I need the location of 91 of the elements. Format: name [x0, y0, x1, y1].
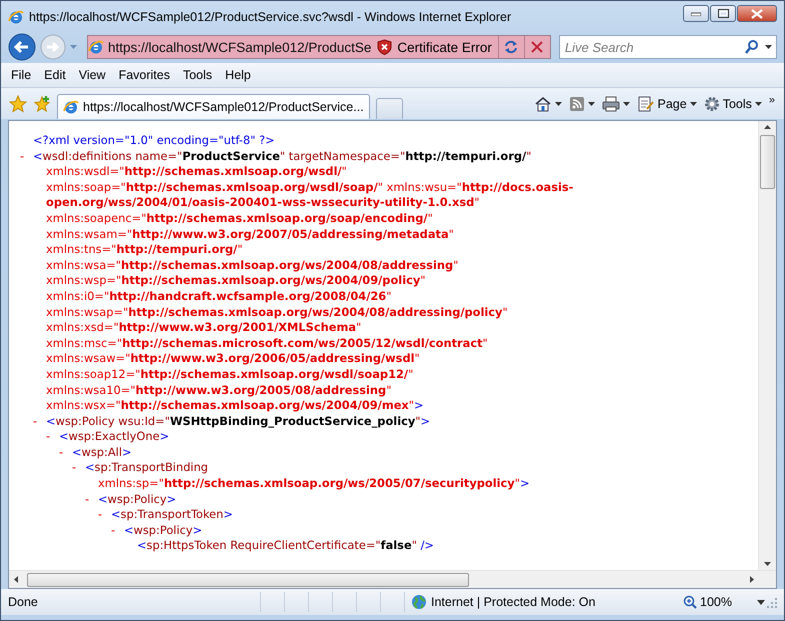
xml-line: xmlns:wsam="http://www.w3.org/2007/05/addressing/metadata" — [45, 226, 454, 242]
address-bar[interactable]: https://localhost/WCFSample012/ProductSe Certificate Error — [87, 35, 551, 59]
menu-item[interactable]: Tools — [180, 66, 220, 84]
caret-icon — [555, 102, 562, 106]
xml-line: xmlns:xsd="http://www.w3.org/2001/XMLSchema" — [45, 320, 362, 336]
menu-item[interactable]: Favorites — [116, 66, 177, 84]
menu-item[interactable]: Help — [223, 66, 258, 84]
collapse-toggle[interactable]: - — [85, 492, 98, 508]
tools-menu-button[interactable]: Tools — [702, 96, 763, 112]
menu-item[interactable]: File — [9, 66, 38, 84]
zoom-button[interactable]: 100% — [683, 595, 732, 609]
xml-line: <wsdl:definitions name="ProductService" targetNamespace="http://tempuri.org/" — [33, 148, 532, 164]
close-button[interactable] — [737, 5, 777, 22]
shield-error-icon — [377, 39, 392, 55]
xml-line: xmlns:wsaw="http://www.w3.org/2006/05/addressing/wsdl" — [45, 351, 420, 367]
xml-line: <wsp:Policy> — [98, 492, 176, 508]
star-plus-icon — [33, 94, 51, 112]
address-url: https://localhost/WCFSample012/ProductSe — [107, 40, 372, 54]
xml-line: xmlns:msc="http://schemas.microsoft.com/ws/2005/12/wsdl/contract" — [45, 336, 488, 352]
xml-line: xmlns:wsdl="http://schemas.xmlsoap.org/wsdl/" — [45, 164, 347, 180]
browser-logo-icon — [8, 8, 24, 24]
close-icon — [751, 8, 763, 18]
xml-line: <wsp:Policy wsu:Id="WSHttpBinding_ProductService_policy"> — [46, 414, 430, 430]
stop-icon — [531, 41, 544, 53]
menu-item[interactable]: View — [76, 66, 113, 84]
xml-line: xmlns:sp="http://schemas.xmlsoap.org/ws/2005/07/securitypolicy"> — [97, 476, 530, 492]
minimize-icon — [691, 12, 701, 16]
browser-tab[interactable]: https://localhost/WCFSample012/ProductService... — [57, 94, 370, 119]
xml-line: xmlns:i0="http://handcraft.wcfsample.org/2008/04/26" — [45, 288, 392, 305]
collapse-toggle[interactable]: - — [33, 414, 46, 430]
caret-icon[interactable] — [757, 600, 765, 604]
favorites-star-icon[interactable] — [9, 94, 27, 112]
xml-line: xmlns:soap12="http://schemas.xmlsoap.org/wsdl/soap12/" — [45, 366, 414, 382]
status-text: Done — [8, 595, 39, 609]
collapse-toggle[interactable]: - — [98, 507, 111, 523]
overflow-chevron-button[interactable]: » — [768, 94, 776, 106]
feeds-button[interactable] — [568, 96, 596, 112]
printer-icon — [602, 96, 620, 112]
xml-line: xmlns:wsa10="http://www.w3.org/2005/08/addressing" — [45, 382, 392, 398]
search-icon[interactable] — [744, 39, 760, 55]
collapse-toggle[interactable]: - — [20, 148, 33, 164]
xml-line: xmlns:tns="http://tempuri.org/" — [45, 242, 243, 258]
star-icon — [9, 94, 27, 112]
xml-line: xmlns:wsap="http://schemas.xmlsoap.org/ws/2004/08/addressing/policy" — [45, 304, 508, 320]
xml-line: xmlns:soap="http://schemas.xmlsoap.org/wsdl/soap/" xmlns:wsu="http://docs.oasis- — [45, 180, 574, 196]
xml-line: <wsp:ExactlyOne> — [59, 429, 170, 445]
zoom-icon — [683, 595, 697, 609]
collapse-toggle[interactable]: - — [72, 460, 85, 476]
resize-grip-icon[interactable] — [765, 596, 777, 608]
gear-icon — [704, 96, 720, 112]
globe-icon — [411, 594, 427, 610]
xml-line: xmlns:soapenc="http://schemas.xmlsoap.org/soap/encoding/" — [45, 210, 433, 227]
tab-title: https://localhost/WCFSample012/ProductService... — [83, 100, 364, 114]
caret-icon — [588, 102, 596, 106]
xml-line: <sp:TransportBinding — [85, 460, 208, 476]
add-favorite-icon[interactable] — [33, 94, 51, 112]
menu-item[interactable]: Edit — [42, 66, 73, 84]
vertical-scrollbar[interactable] — [758, 121, 776, 570]
xml-line: <wsp:Policy> — [124, 522, 202, 538]
maximize-button[interactable] — [710, 5, 736, 22]
caret-icon — [623, 102, 630, 106]
home-button[interactable] — [533, 96, 564, 112]
xml-line: open.org/wss/2004/01/oasis-200401-wss-wssecurity-utility-1.0.xsd" — [45, 195, 480, 211]
window-title: https://localhost/WCFSample012/ProductService.svc?wsdl - Windows Internet Explorer — [29, 10, 512, 24]
xml-line: xmlns:wsa="http://schemas.xmlsoap.org/ws/2004/08/addressing" — [45, 258, 458, 274]
maximize-icon — [718, 9, 728, 18]
refresh-icon — [503, 39, 520, 55]
scrollbar-thumb[interactable] — [27, 572, 469, 586]
xml-line: <sp:TransportToken> — [111, 507, 233, 523]
xml-line: <?xml version="1.0" encoding="utf-8" ?> — [33, 133, 275, 149]
page-menu-button[interactable]: Page — [636, 96, 698, 112]
xml-line: xmlns:wsx="http://schemas.xmlsoap.org/ws/2004/09/mex"> — [45, 398, 424, 414]
collapse-toggle[interactable]: - — [46, 429, 59, 445]
print-button[interactable] — [601, 96, 632, 112]
certificate-error-button[interactable]: Certificate Error — [371, 36, 498, 58]
caret-icon — [690, 102, 697, 106]
caret-icon — [754, 102, 762, 106]
search-box[interactable]: Live Search — [558, 35, 777, 59]
horizontal-scrollbar[interactable] — [9, 570, 776, 588]
xml-line: xmlns:wsp="http://schemas.xmlsoap.org/ws/2004/09/policy" — [45, 273, 426, 289]
security-zone-text: Internet | Protected Mode: On — [431, 595, 596, 609]
xml-line: <wsp:All> — [72, 444, 132, 460]
minimize-button[interactable] — [683, 5, 709, 22]
search-input[interactable]: Live Search — [560, 38, 744, 56]
collapse-toggle[interactable]: - — [59, 444, 72, 460]
home-icon — [534, 96, 552, 112]
xml-line: <sp:HttpsToken RequireClientCertificate="false" /> — [137, 538, 434, 554]
feed-icon — [569, 96, 586, 112]
back-button[interactable] — [8, 33, 36, 61]
scrollbar-thumb[interactable] — [760, 135, 775, 189]
collapse-toggle[interactable]: - — [111, 522, 124, 538]
